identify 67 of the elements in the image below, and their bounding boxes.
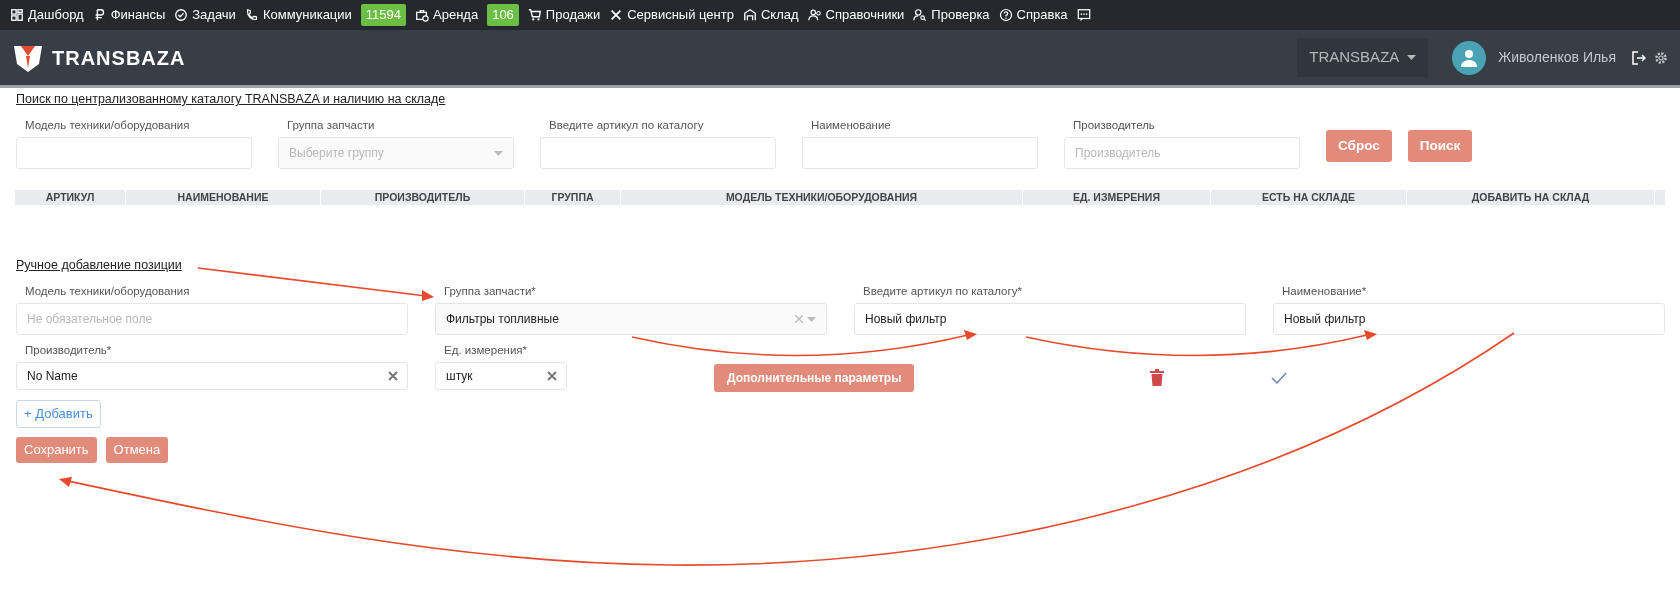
select-field[interactable]: Фильтры топливные — [435, 303, 827, 335]
nav-link[interactable]: Склад — [742, 5, 799, 25]
input-field[interactable]: Новый фильтр — [854, 303, 1246, 335]
nav-link[interactable]: Дашборд — [10, 5, 84, 25]
nav-link[interactable]: Сервисный центр — [609, 5, 734, 25]
nav-link[interactable]: Справка — [998, 5, 1068, 25]
field-label: Производитель* — [25, 343, 113, 358]
briefcase-icon — [415, 8, 429, 22]
input-field[interactable] — [802, 137, 1038, 169]
check-icon[interactable] — [1271, 372, 1288, 385]
warehouse-icon — [742, 8, 757, 22]
column-header: ДОБАВИТЬ НА СКЛАД — [1407, 190, 1655, 205]
column-header: ГРУППА — [525, 190, 621, 205]
caret-icon — [1407, 55, 1417, 60]
nav-link[interactable]: Финансы — [92, 5, 166, 25]
field-label: Наименование* — [1282, 283, 1368, 299]
field-label: Группа запчасти* — [444, 283, 537, 299]
field-label: Ед. измерения* — [444, 343, 529, 358]
nav-link[interactable]: Аренда — [415, 5, 479, 25]
avatar-icon[interactable] — [1452, 40, 1487, 75]
nav-link[interactable]: Коммуникации — [244, 5, 352, 25]
field-label: Введите артикул по каталогу* — [863, 283, 1023, 299]
check-circle-icon — [174, 8, 189, 22]
person-search-icon — [913, 8, 928, 22]
trash-icon[interactable] — [1150, 369, 1165, 387]
count-badge: 106 — [487, 4, 519, 26]
settings-icon[interactable] — [1654, 50, 1668, 65]
help-icon — [998, 8, 1013, 22]
section-link[interactable]: Поиск по централизованному каталогу TRANSBAZA и наличию на складе — [16, 90, 1664, 109]
input-field[interactable]: Производитель — [1064, 137, 1300, 169]
logo-text: TRANSBAZA — [52, 45, 186, 71]
input-field[interactable] — [540, 137, 776, 169]
input-field[interactable]: Новый фильтр — [1273, 303, 1665, 335]
caret-icon — [494, 150, 503, 156]
input-field[interactable]: No Name — [16, 362, 408, 391]
input-field[interactable]: Не обязательное поле — [16, 303, 408, 335]
column-header: ЕД. ИЗМЕРЕНИЯ — [1023, 190, 1211, 205]
phone-icon — [244, 8, 259, 22]
user-name: Живоленков Илья — [1498, 48, 1616, 67]
field-label: Введите артикул по каталогу — [549, 117, 705, 133]
grid-icon — [10, 8, 24, 22]
people-icon — [807, 8, 822, 22]
caret-icon — [807, 316, 816, 322]
chat-icon[interactable] — [1076, 8, 1091, 22]
input-field[interactable] — [16, 137, 252, 169]
column-header: ПРОИЗВОДИТЕЛЬ — [321, 190, 525, 205]
nav-link[interactable]: Продажи — [527, 5, 601, 25]
input-field[interactable]: штук — [435, 362, 567, 391]
clear-icon[interactable] — [388, 371, 398, 382]
clear-icon[interactable] — [547, 371, 557, 382]
column-header: МОДЕЛЬ ТЕХНИКИ/ОБОРУДОВАНИЯ — [621, 190, 1023, 205]
cart-icon — [527, 8, 542, 22]
field-label: Группа запчасти — [287, 117, 376, 133]
column-header: АРТИКУЛ — [15, 190, 126, 205]
nav-link[interactable]: Проверка — [913, 5, 990, 25]
nav-link[interactable]: Задачи — [174, 5, 236, 25]
field-label: Наименование — [811, 117, 892, 133]
nav-link[interactable]: Справочники — [807, 5, 905, 25]
column-header: ЕСТЬ НА СКЛАДЕ — [1211, 190, 1407, 205]
logout-icon[interactable] — [1632, 50, 1646, 65]
count-badge: 11594 — [360, 4, 406, 26]
field-label: Модель техники/оборудования — [25, 283, 191, 299]
field-label: Производитель — [1073, 117, 1156, 133]
column-header: НАИМЕНОВАНИЕ — [126, 190, 321, 205]
field-label: Модель техники/оборудования — [25, 117, 191, 133]
company-dropdown[interactable]: TRANSBAZA — [1297, 38, 1429, 77]
section-link[interactable]: Ручное добавление позиции — [16, 256, 1664, 275]
